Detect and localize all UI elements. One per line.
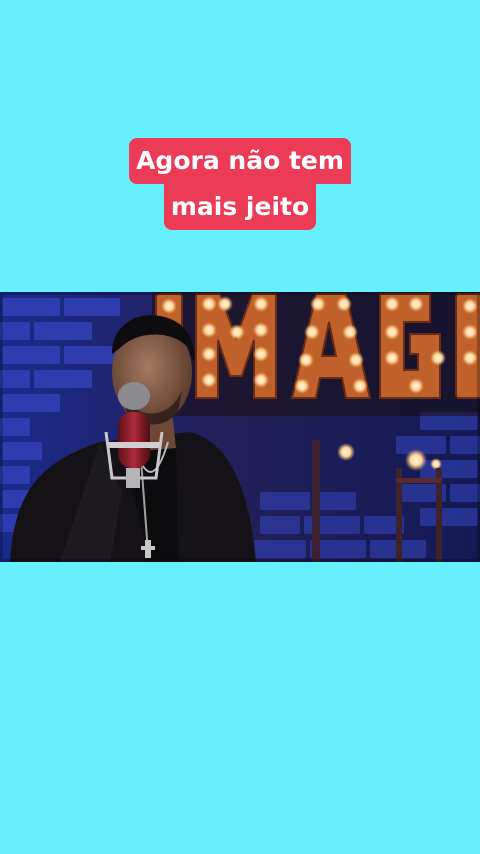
video-frame-image [0,292,480,562]
caption-line-1: Agora não tem [129,138,351,184]
marquee-sign [152,292,480,416]
video-player[interactable] [0,292,480,562]
caption-overlay: Agora não tem mais jeito [0,138,480,230]
caption-line-2: mais jeito [163,184,317,230]
